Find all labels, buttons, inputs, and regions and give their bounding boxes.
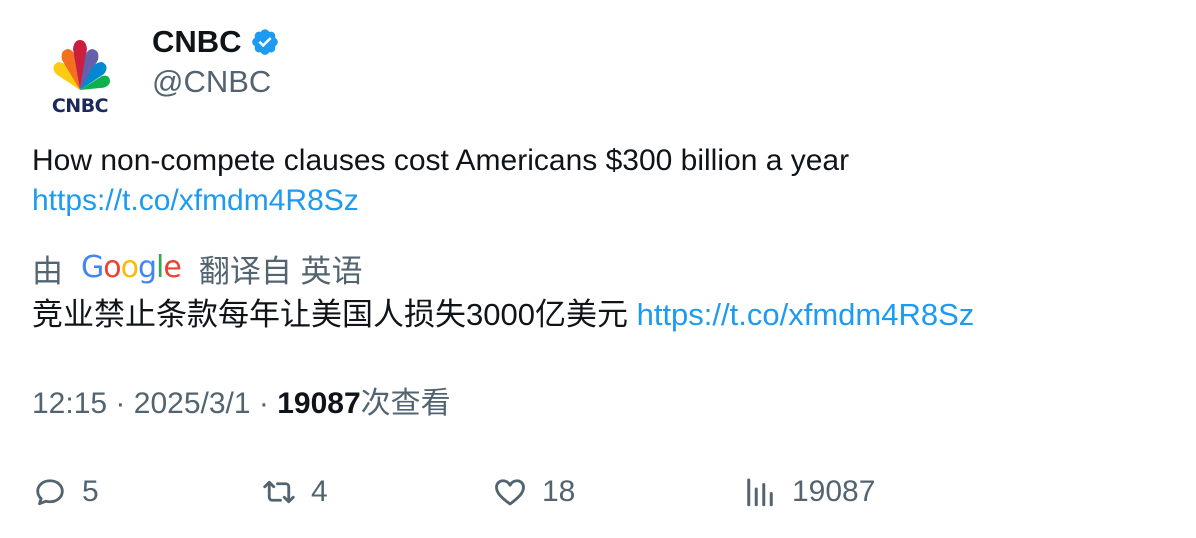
action-bar: 5 4 18 19087: [32, 470, 1162, 514]
translation-by-label: 由: [32, 253, 63, 289]
views-icon: [747, 478, 773, 507]
tweet-link[interactable]: https://t.co/xfmdm4R8Sz: [32, 184, 359, 217]
reply-count: 5: [82, 475, 99, 508]
display-name-text: CNBC: [152, 24, 242, 59]
translation-from-label[interactable]: 翻译自 英语: [199, 246, 363, 291]
user-handle[interactable]: @CNBC: [152, 62, 271, 102]
verified-badge-icon[interactable]: [250, 27, 280, 57]
meta-separator: ·: [258, 387, 269, 420]
tweet-text: How non-compete clauses cost Americans $…: [32, 141, 1162, 221]
avatar-wordmark: CNBC: [51, 95, 109, 117]
meta-separator: ·: [115, 387, 126, 420]
tweet-body: How non-compete clauses cost Americans $…: [32, 144, 850, 177]
tweet-meta: 12:15 · 2025/3/1 · 19087次查看: [32, 384, 451, 424]
like-count: 18: [542, 475, 576, 508]
tweet-time[interactable]: 12:15: [32, 387, 107, 420]
views-label: 次查看: [360, 387, 451, 420]
tweet-date[interactable]: 2025/3/1: [134, 387, 251, 420]
avatar[interactable]: CNBC: [32, 22, 128, 118]
views-action-count: 19087: [792, 475, 876, 508]
views-button[interactable]: 19087: [742, 470, 875, 514]
display-name[interactable]: CNBC: [152, 22, 280, 62]
translated-link[interactable]: https://t.co/xfmdm4R8Sz: [637, 297, 975, 332]
like-icon: [495, 479, 525, 506]
tweet-card: CNBC CNBC @CNBC How non-compete clauses …: [0, 0, 1196, 538]
retweet-count: 4: [311, 475, 328, 508]
translation-attribution: 由 Google 翻译自 英语: [32, 246, 362, 290]
translated-text: 竞业禁止条款每年让美国人损失3000亿美元 https://t.co/xfmdm…: [32, 295, 1162, 335]
reply-button[interactable]: 5: [32, 470, 99, 514]
views-count: 19087: [277, 387, 361, 420]
google-logo: Google: [81, 250, 182, 285]
translated-body: 竞业禁止条款每年让美国人损失3000亿美元: [32, 297, 628, 332]
retweet-button[interactable]: 4: [261, 470, 328, 514]
reply-icon: [36, 479, 64, 506]
like-button[interactable]: 18: [492, 470, 575, 514]
retweet-icon: [263, 480, 295, 504]
